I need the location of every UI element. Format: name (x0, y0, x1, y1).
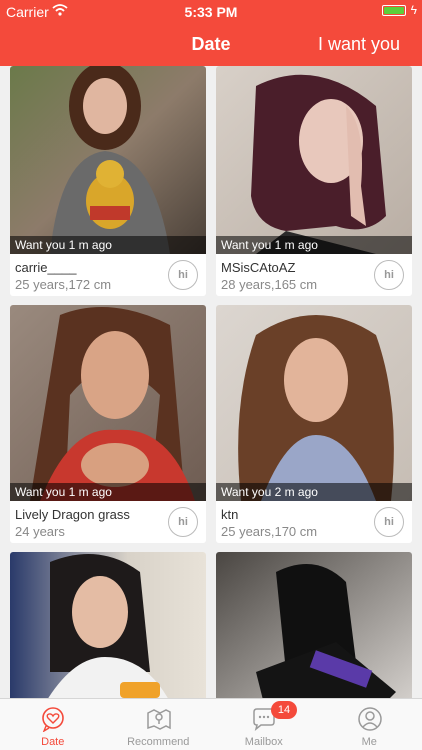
hi-icon: hi (178, 516, 188, 528)
tab-label: Date (41, 736, 65, 748)
want-you-status: Want you 2 m ago (216, 483, 412, 501)
unread-badge: 14 (271, 701, 297, 719)
want-you-status: Want you 1 m ago (216, 236, 412, 254)
tab-me[interactable]: Me (317, 699, 422, 750)
profile-card[interactable]: Want you 1 m ago Lively Dragon grass 24 … (10, 305, 206, 543)
profile-photo[interactable] (216, 305, 412, 501)
hi-button[interactable]: hi (168, 507, 198, 537)
map-icon (146, 709, 171, 730)
profile-name: MSisCAtoAZ (221, 260, 296, 275)
want-you-status: Want you 1 m ago (10, 236, 206, 254)
profile-details: 24 years (15, 524, 65, 539)
profile-card[interactable] (10, 552, 206, 698)
tab-label: Me (361, 736, 377, 748)
profile-grid[interactable]: Want you 1 m ago carrie____ 25 years,172… (0, 66, 422, 698)
status-time: 5:33 PM (184, 4, 238, 20)
tab-recommend[interactable]: Recommend (106, 699, 212, 750)
profile-details: 25 years,170 cm (221, 524, 318, 539)
profile-photo[interactable] (216, 552, 412, 698)
hi-button[interactable]: hi (168, 260, 198, 290)
profile-details: 25 years,172 cm (15, 277, 112, 292)
tab-label: Recommend (127, 736, 190, 748)
charging-icon: ϟ (410, 3, 417, 17)
profile-name: carrie____ (15, 260, 77, 275)
hi-button[interactable]: hi (374, 507, 404, 537)
profile-name: ktn (221, 507, 239, 522)
profile-card[interactable]: Want you 1 m ago MSisCAtoAZ 28 years,165… (216, 66, 412, 296)
profile-name: Lively Dragon grass (15, 507, 130, 522)
user-icon (357, 707, 382, 731)
profile-photo[interactable] (10, 305, 206, 501)
profile-card[interactable]: Want you 2 m ago ktn 25 years,170 cm hi (216, 305, 412, 543)
want-you-status: Want you 1 m ago (10, 483, 206, 501)
hi-icon: hi (384, 269, 394, 281)
battery-icon (382, 5, 406, 16)
profile-details: 28 years,165 cm (221, 277, 318, 292)
profile-photo[interactable] (10, 66, 206, 254)
i-want-you-button[interactable]: I want you (318, 34, 400, 55)
tab-label: Mailbox (244, 736, 283, 748)
hi-icon: hi (384, 516, 394, 528)
tab-mailbox[interactable]: 14 Mailbox (211, 699, 317, 750)
status-bar: Carrier 5:33 PM ϟ (0, 0, 422, 22)
profile-photo[interactable] (10, 552, 206, 698)
heart-chat-icon (42, 707, 64, 732)
hi-button[interactable]: hi (374, 260, 404, 290)
top-bar: Carrier 5:33 PM ϟ Date I want you (0, 0, 422, 66)
profile-photo[interactable] (216, 66, 412, 254)
profile-card[interactable] (216, 552, 412, 698)
tab-date[interactable]: Date (0, 699, 106, 750)
profile-card[interactable]: Want you 1 m ago carrie____ 25 years,172… (10, 66, 206, 296)
tab-bar: Date Recommend 14 Mailbox Me (0, 698, 422, 750)
hi-icon: hi (178, 269, 188, 281)
